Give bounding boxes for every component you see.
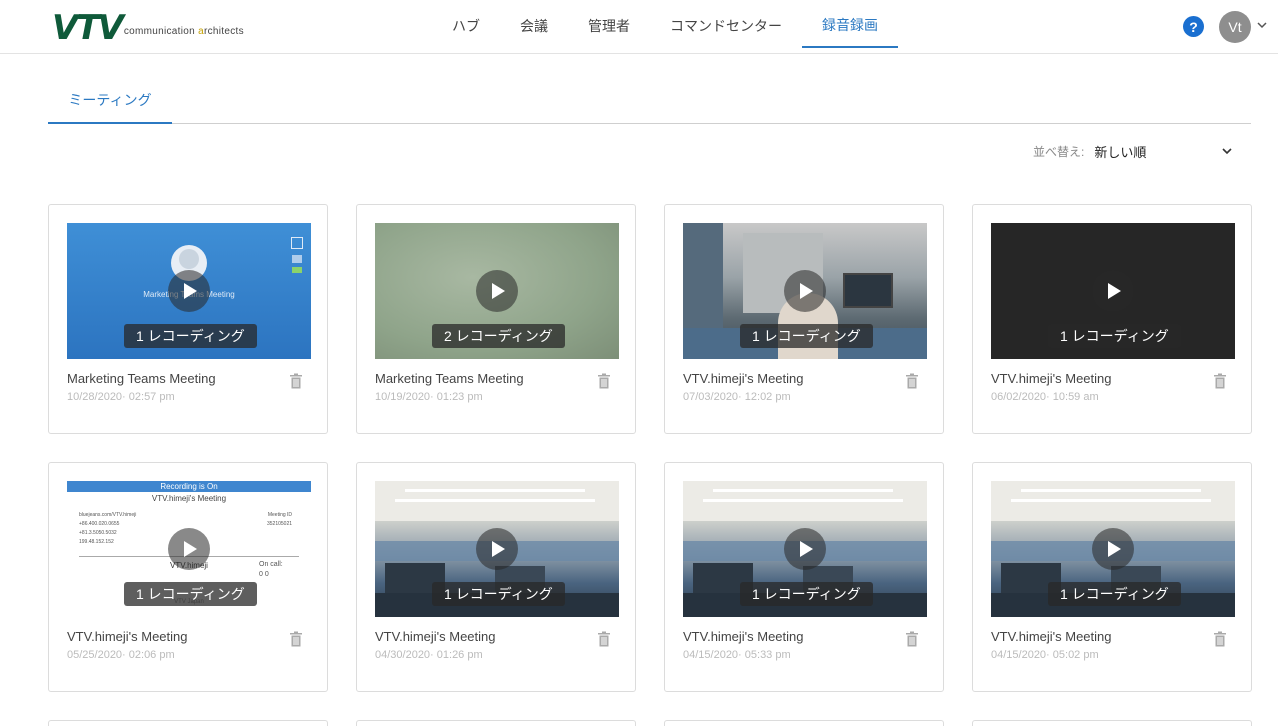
- recording-card[interactable]: 1 レコーディング VTV.himeji's Meeting 06/02/2020·…: [972, 204, 1252, 434]
- recording-card[interactable]: [664, 720, 944, 726]
- meeting-date: 04/15/2020· 05:02 pm: [991, 649, 1099, 661]
- meeting-title: VTV.himeji's Meeting: [991, 371, 1112, 386]
- sort-dropdown[interactable]: 並べ替え: 新しい順: [1033, 140, 1234, 162]
- meeting-date: 04/15/2020· 05:33 pm: [683, 649, 791, 661]
- meeting-date: 10/19/2020· 01:23 pm: [375, 391, 483, 403]
- recording-thumbnail[interactable]: 1 レコーディング: [991, 481, 1235, 617]
- nav-admin[interactable]: 管理者: [568, 4, 650, 48]
- trash-icon[interactable]: [905, 631, 919, 647]
- meeting-date: 10/28/2020· 02:57 pm: [67, 391, 175, 403]
- recording-thumbnail[interactable]: 2 レコーディング: [375, 223, 619, 359]
- meeting-date: 05/25/2020· 02:06 pm: [67, 649, 175, 661]
- meeting-title: VTV.himeji's Meeting: [67, 629, 188, 644]
- trash-icon[interactable]: [289, 631, 303, 647]
- sort-label: 並べ替え:: [1033, 144, 1085, 159]
- meeting-title: Marketing Teams Meeting: [67, 371, 216, 386]
- recording-card[interactable]: 1 レコーディング VTV.himeji's Meeting 04/15/2020·…: [664, 462, 944, 692]
- slide-on-call-b: 0: [264, 571, 269, 578]
- recording-card[interactable]: 2 レコーディング Marketing Teams Meeting 10/19/20…: [356, 204, 636, 434]
- recording-count-badge: 1 レコーディング: [124, 582, 257, 606]
- nav-meetings[interactable]: 会議: [500, 4, 568, 48]
- recording-count-badge: 1 レコーディング: [432, 582, 565, 606]
- recording-thumbnail[interactable]: 1 レコーディング: [683, 223, 927, 359]
- top-navigation-bar: VTV communication architects ハブ 会議 管理者 コ…: [0, 0, 1278, 54]
- slide-meeting-id-label: Meeting ID: [267, 512, 293, 518]
- recording-thumbnail[interactable]: 1 レコーディング: [375, 481, 619, 617]
- play-icon[interactable]: [784, 270, 826, 312]
- trash-icon[interactable]: [289, 373, 303, 389]
- tab-bar: ミーティング: [48, 78, 1251, 124]
- play-icon[interactable]: [784, 528, 826, 570]
- slide-phone-1: +86.400.020.0655: [79, 521, 120, 527]
- logo-mark: VTV: [52, 8, 124, 48]
- recording-card[interactable]: Marketing Teams Meeting 1 レコーディングMarketi…: [48, 204, 328, 434]
- recording-card[interactable]: 1 レコーディング VTV.himeji's Meeting 04/30/2020·…: [356, 462, 636, 692]
- meeting-date: 07/03/2020· 12:02 pm: [683, 391, 791, 403]
- recording-card[interactable]: [356, 720, 636, 726]
- trash-icon[interactable]: [1213, 373, 1227, 389]
- meeting-title: VTV.himeji's Meeting: [683, 629, 804, 644]
- help-icon[interactable]: ?: [1183, 16, 1204, 37]
- chevron-down-icon[interactable]: [1256, 19, 1268, 31]
- meeting-title: Marketing Teams Meeting: [375, 371, 524, 386]
- recording-thumbnail[interactable]: 1 レコーディング: [991, 223, 1235, 359]
- recording-thumbnail[interactable]: Recording is On VTV.himeji's Meeting blu…: [67, 481, 311, 617]
- slide-meeting-name: VTV.himeji's Meeting: [151, 494, 227, 503]
- slide-on-call-a: 0: [259, 571, 263, 578]
- recording-card[interactable]: Recording is On VTV.himeji's Meeting blu…: [48, 462, 328, 692]
- slide-on-call-label: On call:: [259, 561, 283, 568]
- nav-hub[interactable]: ハブ: [432, 4, 500, 48]
- meeting-title: VTV.himeji's Meeting: [991, 629, 1112, 644]
- recording-count-badge: 1 レコーディング: [740, 324, 873, 348]
- recording-card[interactable]: 1 レコーディング VTV.himeji's Meeting 07/03/2020·…: [664, 204, 944, 434]
- main-nav: ハブ 会議 管理者 コマンドセンター 録音録画: [432, 0, 898, 54]
- meeting-date: 04/30/2020· 01:26 pm: [375, 649, 483, 661]
- nav-recordings[interactable]: 録音録画: [802, 4, 898, 48]
- slide-link: bluejeans.com/VTV.himeji: [79, 512, 137, 518]
- slide-meeting-id: 352105021: [267, 521, 293, 527]
- sort-value[interactable]: 新しい順: [1094, 142, 1214, 161]
- recording-card[interactable]: [972, 720, 1252, 726]
- play-icon[interactable]: [476, 270, 518, 312]
- slide-banner: Recording is On: [160, 482, 218, 491]
- recording-count-badge: 1 レコーディング: [124, 324, 257, 348]
- nav-command-center[interactable]: コマンドセンター: [650, 4, 802, 48]
- recording-count-badge: 1 レコーディング: [1048, 324, 1181, 348]
- play-icon[interactable]: [476, 528, 518, 570]
- chevron-down-icon[interactable]: [1220, 144, 1234, 158]
- meeting-title: VTV.himeji's Meeting: [683, 371, 804, 386]
- meeting-date: 06/02/2020· 10:59 am: [991, 391, 1099, 403]
- recording-count-badge: 2 レコーディング: [432, 324, 565, 348]
- play-icon[interactable]: [1092, 270, 1134, 312]
- recording-thumbnail[interactable]: 1 レコーディング: [683, 481, 927, 617]
- recording-count-badge: 1 レコーディング: [740, 582, 873, 606]
- logo-text: communication architects: [123, 26, 244, 37]
- trash-icon[interactable]: [597, 373, 611, 389]
- recording-card[interactable]: 1 レコーディング VTV.himeji's Meeting 04/15/2020·…: [972, 462, 1252, 692]
- avatar[interactable]: Vt: [1219, 11, 1251, 43]
- recording-count-badge: 1 レコーディング: [1048, 582, 1181, 606]
- trash-icon[interactable]: [597, 631, 611, 647]
- play-icon[interactable]: [1092, 528, 1134, 570]
- recording-card[interactable]: [48, 720, 328, 726]
- trash-icon[interactable]: [1213, 631, 1227, 647]
- slide-phone-2: +81.3.5050.5032: [79, 530, 117, 536]
- play-icon[interactable]: [168, 270, 210, 312]
- trash-icon[interactable]: [905, 373, 919, 389]
- tab-meetings[interactable]: ミーティング: [48, 78, 172, 124]
- meeting-title: VTV.himeji's Meeting: [375, 629, 496, 644]
- recording-thumbnail[interactable]: Marketing Teams Meeting 1 レコーディング: [67, 223, 311, 359]
- play-icon[interactable]: [168, 528, 210, 570]
- vtv-logo[interactable]: VTV communication architects: [52, 8, 244, 48]
- slide-ip: 199.48.152.152: [79, 539, 114, 545]
